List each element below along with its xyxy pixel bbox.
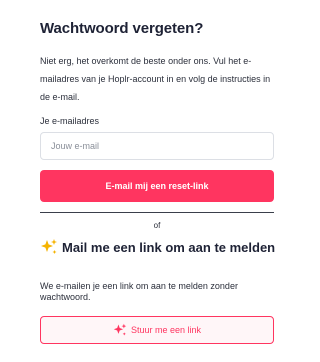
send-magic-link-label: Stuur me een link [130,325,202,335]
or-separator: of [153,221,161,230]
page-title: Wachtwoord vergeten? [40,20,204,37]
magic-link-description: We e-mailen je een link om aan te melden… [40,281,238,302]
send-magic-link-button[interactable]: Stuur me een link [40,316,274,344]
email-field[interactable] [40,132,274,160]
divider [40,212,274,213]
sparkles-icon [41,239,57,254]
email-label: Je e-mailadres [40,116,100,126]
forgot-description: Niet erg, het overkomt de beste onder on… [40,56,271,102]
send-reset-link-button[interactable]: E-mail mij een reset-link [40,170,274,202]
sparkles-icon [113,323,127,336]
magic-link-title: Mail me een link om aan te melden [62,240,276,255]
